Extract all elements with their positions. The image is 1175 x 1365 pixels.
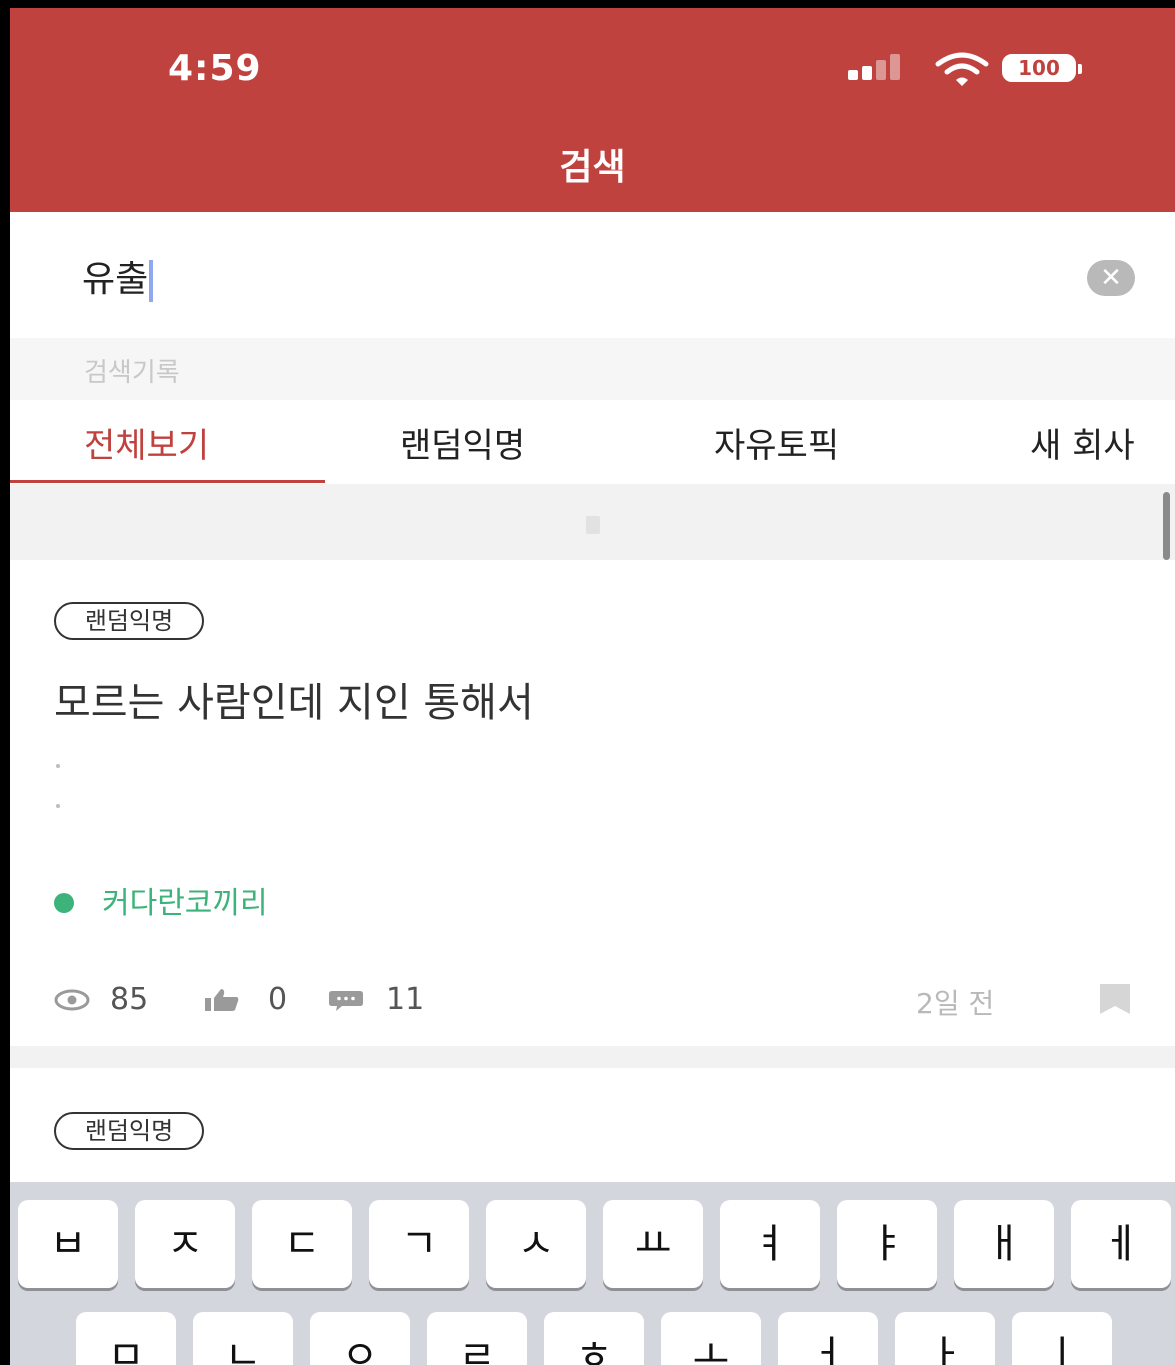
battery-tip: [1078, 64, 1082, 74]
key[interactable]: ㅛ: [603, 1200, 703, 1288]
clear-icon[interactable]: ✕: [1087, 260, 1135, 296]
search-bar[interactable]: 유출 ✕: [10, 212, 1175, 338]
status-time: 4:59: [168, 48, 262, 89]
search-history-header: 검색기록: [10, 338, 1175, 400]
content-dot: [56, 764, 60, 768]
category-tabs: 전체보기 랜덤익명 자유토픽 새 회사: [10, 400, 1175, 484]
signal-bar: [876, 60, 886, 80]
eye-icon: [54, 989, 90, 1011]
post-card[interactable]: 랜덤익명 모르는 사람인데 지인 통해서 커다란코끼리 85 0 11 2일 전: [10, 560, 1175, 1046]
scrollbar[interactable]: [1163, 492, 1170, 560]
keyboard: ㅂ ㅈ ㄷ ㄱ ㅅ ㅛ ㅕ ㅑ ㅐ ㅔ ㅁ ㄴ ㅇ ㄹ ㅎ ㅗ ㅓ ㅏ ㅣ: [10, 1182, 1175, 1365]
key[interactable]: ㅐ: [954, 1200, 1054, 1288]
comment-icon: [329, 991, 363, 1011]
post-card[interactable]: 랜덤익명: [10, 1068, 1175, 1188]
post-title[interactable]: 모르는 사람인데 지인 통해서: [54, 670, 534, 728]
tab-new-company[interactable]: 새 회사: [1030, 418, 1135, 467]
refresh-icon: [586, 516, 600, 534]
signal-bar: [890, 54, 900, 80]
app-screen: 4:59 100 검색 유출 ✕ 검색기록 전체보기 랜덤익명 자유토픽 새 회…: [10, 8, 1175, 1365]
author-status-dot: [54, 893, 74, 913]
key[interactable]: ㅈ: [135, 1200, 235, 1288]
tab-free-topic[interactable]: 자유토픽: [714, 418, 839, 467]
key[interactable]: ㅔ: [1071, 1200, 1171, 1288]
tab-all[interactable]: 전체보기: [84, 418, 209, 467]
text-caret: [149, 260, 154, 302]
comment-count: 11: [386, 982, 425, 1017]
search-input-value: 유출: [82, 259, 149, 300]
key[interactable]: ㅗ: [661, 1312, 761, 1365]
active-tab-indicator: [10, 480, 325, 483]
key[interactable]: ㅏ: [895, 1312, 995, 1365]
key[interactable]: ㅁ: [76, 1312, 176, 1365]
bookmark-icon[interactable]: [1098, 982, 1132, 1016]
view-count: 85: [110, 982, 149, 1017]
app-header: 4:59 100 검색: [10, 8, 1175, 212]
battery-icon: 100: [1002, 54, 1076, 82]
refresh-area: [10, 484, 1175, 560]
like-count: 0: [268, 982, 288, 1017]
key[interactable]: ㄹ: [427, 1312, 527, 1365]
key[interactable]: ㅓ: [778, 1312, 878, 1365]
key[interactable]: ㄷ: [252, 1200, 352, 1288]
wifi-icon: [935, 52, 989, 86]
key[interactable]: ㅇ: [310, 1312, 410, 1365]
key[interactable]: ㅎ: [544, 1312, 644, 1365]
page-title: 검색: [559, 147, 626, 188]
key[interactable]: ㅕ: [720, 1200, 820, 1288]
thumbs-up-icon: [205, 989, 239, 1011]
post-separator: [10, 1046, 1175, 1068]
key[interactable]: ㄱ: [369, 1200, 469, 1288]
signal-bar: [862, 66, 872, 80]
post-stats: 85 0 11 2일 전: [54, 982, 1154, 1022]
key[interactable]: ㅂ: [18, 1200, 118, 1288]
category-chip: 랜덤익명: [54, 602, 204, 640]
search-input[interactable]: 유출: [82, 250, 154, 302]
status-icons: 100: [848, 52, 1088, 86]
signal-icon: [848, 70, 858, 80]
category-chip: 랜덤익명: [54, 1112, 204, 1150]
key[interactable]: ㅑ: [837, 1200, 937, 1288]
key[interactable]: ㅣ: [1012, 1312, 1112, 1365]
key[interactable]: ㅅ: [486, 1200, 586, 1288]
search-history-label: 검색기록: [84, 358, 180, 388]
author-name[interactable]: 커다란코끼리: [102, 878, 268, 922]
key[interactable]: ㄴ: [193, 1312, 293, 1365]
post-time: 2일 전: [916, 987, 995, 1020]
content-dot: [56, 804, 60, 808]
tab-random-anonymous[interactable]: 랜덤익명: [400, 418, 525, 467]
